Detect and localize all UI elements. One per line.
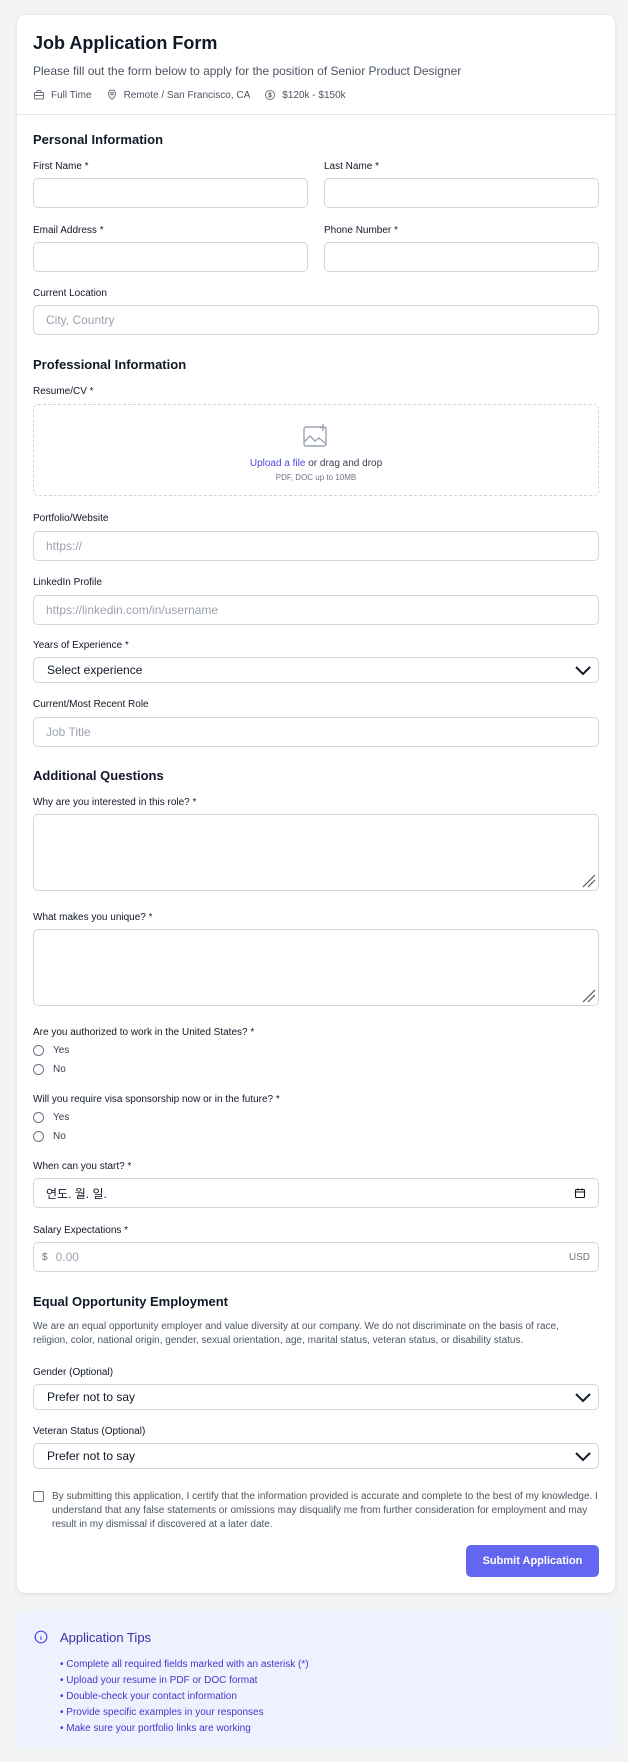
job-meta: Full Time Remote / San Francisco, CA $12…	[33, 89, 599, 101]
meta-job-type: Full Time	[33, 89, 92, 101]
salary-placeholder: 0.00	[55, 1250, 79, 1264]
role-placeholder: Job Title	[46, 725, 91, 739]
section-additional-title: Additional Questions	[33, 768, 164, 783]
email-input[interactable]	[33, 242, 308, 272]
tip-item: • Double-check your contact information	[60, 1691, 237, 1702]
salary-input[interactable]: $ 0.00 USD	[33, 1242, 599, 1272]
radio-button[interactable]	[33, 1045, 44, 1056]
phone-input[interactable]	[324, 242, 599, 272]
resume-dropzone[interactable]: Upload a file or drag and drop PDF, DOC …	[33, 404, 599, 496]
experience-select[interactable]: Select experience	[33, 657, 599, 683]
upload-text: Upload a file or drag and drop	[34, 458, 598, 469]
resize-handle-icon	[582, 989, 596, 1003]
authorized-no-label: No	[53, 1064, 66, 1075]
currency-code: USD	[568, 1251, 590, 1263]
phone-label: Phone Number *	[324, 225, 398, 236]
portfolio-placeholder: https://	[46, 539, 83, 553]
currency-symbol: $	[42, 1251, 48, 1263]
tips-title: Application Tips	[60, 1630, 152, 1645]
first-name-input[interactable]	[33, 178, 308, 208]
location-input[interactable]: City, Country	[33, 305, 599, 335]
section-personal-title: Personal Information	[33, 132, 164, 147]
meta-location: Remote / San Francisco, CA	[106, 89, 251, 101]
radio-button[interactable]	[33, 1064, 44, 1075]
tip-item: • Provide specific examples in your resp…	[60, 1707, 264, 1718]
section-eeo-title: Equal Opportunity Employment	[33, 1294, 229, 1309]
sponsorship-yes-label: Yes	[53, 1112, 70, 1123]
portfolio-input[interactable]: https://	[33, 531, 599, 561]
start-date-label: When can you start? *	[33, 1161, 132, 1172]
submit-button[interactable]: Submit Application	[466, 1545, 599, 1577]
upload-hint: PDF, DOC up to 10MB	[275, 473, 357, 482]
application-card: Job Application Form Please fill out the…	[17, 15, 615, 1593]
gender-value: Prefer not to say	[47, 1390, 136, 1404]
authorized-yes-label: Yes	[53, 1045, 70, 1056]
authorized-yes-option[interactable]: Yes	[33, 1045, 69, 1056]
unique-label: What makes you unique? *	[33, 912, 153, 923]
page-subtitle: Please fill out the form below to apply …	[33, 64, 462, 78]
page-title: Job Application Form	[33, 33, 218, 53]
tip-item: • Upload your resume in PDF or DOC forma…	[60, 1675, 258, 1686]
sponsorship-no-label: No	[53, 1131, 66, 1142]
location-pin-icon	[107, 89, 116, 101]
linkedin-input[interactable]: https://linkedin.com/in/username	[33, 595, 599, 625]
linkedin-label: LinkedIn Profile	[33, 577, 102, 588]
experience-value: Select experience	[47, 663, 143, 677]
meta-location-label: Remote / San Francisco, CA	[123, 89, 251, 101]
authorized-no-option[interactable]: No	[33, 1064, 66, 1075]
start-date-value: 연도. 월. 일.	[46, 1186, 107, 1201]
briefcase-icon	[34, 90, 44, 100]
unique-textarea[interactable]	[33, 929, 599, 1006]
role-label: Current/Most Recent Role	[33, 699, 149, 710]
meta-job-type-label: Full Time	[51, 89, 92, 101]
gender-label: Gender (Optional)	[33, 1367, 114, 1378]
last-name-label: Last Name *	[324, 161, 380, 172]
resume-label: Resume/CV *	[33, 386, 94, 397]
meta-salary: $120k - $150k	[264, 89, 346, 101]
veteran-value: Prefer not to say	[47, 1449, 136, 1463]
location-label: Current Location	[33, 288, 107, 299]
veteran-label: Veteran Status (Optional)	[33, 1426, 146, 1437]
section-professional-title: Professional Information	[33, 357, 187, 372]
upload-drag-text: or drag and drop	[305, 458, 383, 469]
tips-list: • Complete all required fields marked wi…	[60, 1657, 309, 1737]
sponsorship-label: Will you require visa sponsorship now or…	[33, 1094, 280, 1105]
authorized-label: Are you authorized to work in the United…	[33, 1027, 255, 1038]
linkedin-placeholder: https://linkedin.com/in/username	[46, 603, 219, 617]
chevron-down-icon	[575, 666, 591, 676]
gender-select[interactable]: Prefer not to say	[33, 1384, 599, 1410]
portfolio-label: Portfolio/Website	[33, 513, 109, 524]
form-header: Job Application Form Please fill out the…	[17, 15, 615, 115]
sponsorship-yes-option[interactable]: Yes	[33, 1112, 69, 1123]
certify-text: By submitting this application, I certif…	[52, 1491, 598, 1530]
veteran-select[interactable]: Prefer not to say	[33, 1443, 599, 1469]
radio-button[interactable]	[33, 1112, 44, 1123]
application-tips-panel: Application Tips • Complete all required…	[17, 1612, 615, 1747]
first-name-label: First Name *	[33, 161, 89, 172]
upload-file-link[interactable]: Upload a file	[250, 458, 306, 469]
sponsorship-no-option[interactable]: No	[33, 1131, 66, 1142]
chevron-down-icon	[575, 1393, 591, 1403]
interest-label: Why are you interested in this role? *	[33, 797, 197, 808]
interest-textarea[interactable]	[33, 814, 599, 891]
salary-label: Salary Expectations *	[33, 1225, 129, 1236]
image-upload-icon	[303, 424, 327, 447]
last-name-input[interactable]	[324, 178, 599, 208]
tip-item: • Make sure your portfolio links are wor…	[60, 1723, 251, 1734]
start-date-input[interactable]: 연도. 월. 일.	[33, 1178, 599, 1208]
radio-button[interactable]	[33, 1131, 44, 1142]
calendar-icon[interactable]	[574, 1187, 586, 1199]
info-icon	[34, 1630, 48, 1644]
tip-item: • Complete all required fields marked wi…	[60, 1659, 309, 1670]
dollar-circle-icon	[265, 90, 276, 100]
certify-checkbox[interactable]	[33, 1491, 44, 1502]
meta-salary-label: $120k - $150k	[282, 89, 346, 101]
location-placeholder: City, Country	[46, 313, 115, 327]
role-input[interactable]: Job Title	[33, 717, 599, 747]
chevron-down-icon	[575, 1452, 591, 1462]
eeo-statement: We are an equal opportunity employer and…	[33, 1321, 559, 1346]
resize-handle-icon	[582, 874, 596, 888]
experience-label: Years of Experience *	[33, 640, 129, 651]
email-label: Email Address *	[33, 225, 104, 236]
